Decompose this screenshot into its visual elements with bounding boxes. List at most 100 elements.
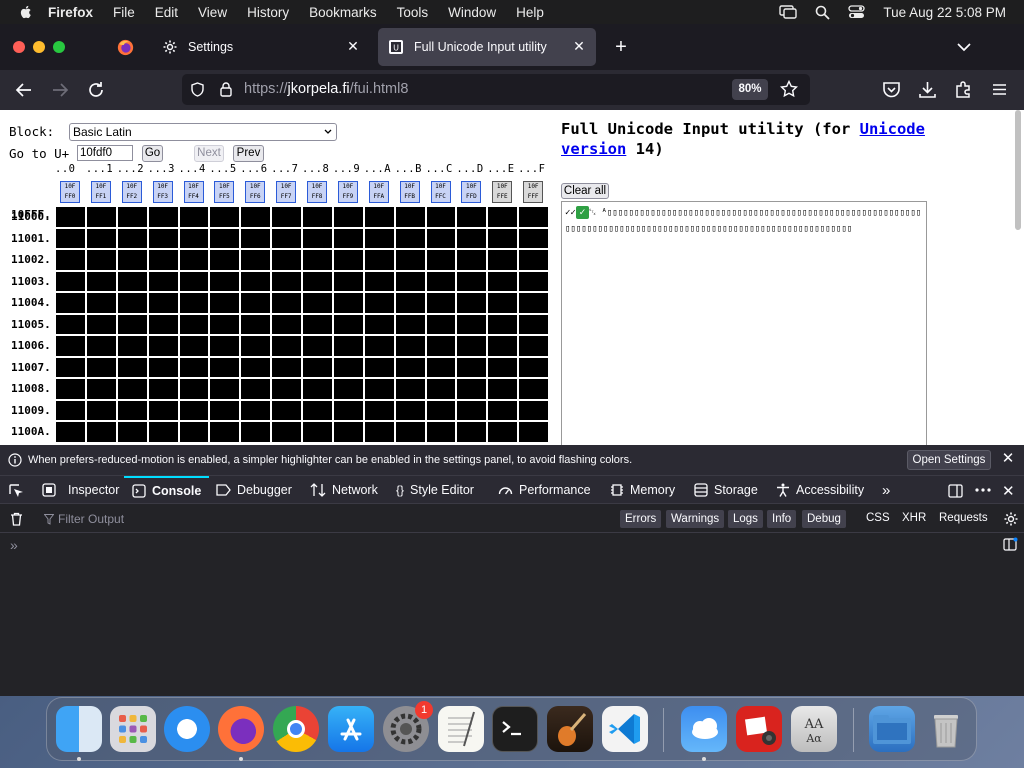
char-cell[interactable] bbox=[209, 227, 241, 249]
char-cell[interactable] bbox=[85, 227, 117, 249]
char-cell[interactable] bbox=[363, 421, 395, 443]
char-cell[interactable] bbox=[55, 356, 86, 378]
forward-arrow-icon[interactable] bbox=[50, 80, 70, 100]
filter-logs-toggle[interactable]: Logs bbox=[728, 510, 763, 528]
spotlight-search-icon[interactable] bbox=[815, 5, 831, 20]
char-cell[interactable] bbox=[116, 270, 148, 292]
devtools-tab-accessibility[interactable]: Accessibility bbox=[776, 476, 864, 504]
char-cell[interactable] bbox=[487, 356, 519, 378]
system-settings-dock-icon[interactable]: 1 bbox=[383, 701, 433, 752]
char-cell[interactable] bbox=[332, 206, 364, 228]
char-cell[interactable] bbox=[332, 227, 364, 249]
menu-help[interactable]: Help bbox=[516, 5, 544, 20]
char-cell[interactable] bbox=[178, 227, 210, 249]
char-cell[interactable] bbox=[487, 206, 519, 228]
bookmark-star-icon[interactable] bbox=[780, 80, 798, 98]
char-cell[interactable] bbox=[487, 270, 519, 292]
char-cell[interactable] bbox=[85, 356, 117, 378]
char-cell[interactable] bbox=[518, 206, 549, 228]
char-cell[interactable] bbox=[456, 378, 488, 400]
char-cell[interactable] bbox=[518, 249, 549, 271]
block-select[interactable]: Basic Latin bbox=[69, 123, 337, 141]
chrome-dock-icon[interactable] bbox=[273, 706, 319, 752]
char-cell[interactable] bbox=[55, 313, 86, 335]
char-cell[interactable] bbox=[147, 206, 179, 228]
app-store-dock-icon[interactable] bbox=[328, 706, 374, 752]
devtools-tab-style-editor[interactable]: {} Style Editor bbox=[396, 476, 474, 504]
char-cell[interactable] bbox=[518, 270, 549, 292]
char-cell[interactable] bbox=[332, 356, 364, 378]
char-cell[interactable] bbox=[178, 249, 210, 271]
screen-mirroring-icon[interactable] bbox=[779, 5, 798, 19]
char-cell[interactable] bbox=[240, 378, 272, 400]
zoom-window-button[interactable] bbox=[53, 41, 65, 53]
char-cell[interactable] bbox=[302, 399, 333, 421]
char-cell[interactable] bbox=[363, 249, 395, 271]
console-output-area[interactable]: » bbox=[0, 533, 1024, 696]
tracking-protection-shield-icon[interactable] bbox=[190, 82, 205, 97]
char-cell[interactable] bbox=[332, 421, 364, 443]
char-cell[interactable] bbox=[332, 313, 364, 335]
element-picker-icon[interactable] bbox=[9, 484, 24, 499]
hamburger-menu-icon[interactable] bbox=[990, 80, 1009, 99]
finder-dock-icon[interactable] bbox=[56, 706, 102, 752]
char-cell[interactable]: 10F FF7 bbox=[271, 177, 302, 206]
char-cell[interactable]: 10F FF1 bbox=[85, 177, 117, 206]
menu-file[interactable]: File bbox=[113, 5, 135, 20]
close-tab-settings-icon[interactable]: ✕ bbox=[346, 39, 360, 53]
char-cell[interactable] bbox=[456, 399, 488, 421]
char-cell[interactable] bbox=[456, 313, 488, 335]
char-cell[interactable] bbox=[271, 378, 302, 400]
lock-icon[interactable] bbox=[219, 81, 233, 97]
filter-xhr-toggle[interactable]: XHR bbox=[902, 512, 926, 524]
menu-edit[interactable]: Edit bbox=[155, 5, 178, 20]
char-cell[interactable] bbox=[271, 292, 302, 314]
char-cell[interactable] bbox=[116, 206, 148, 228]
editor-mode-toggle-icon[interactable] bbox=[1003, 537, 1018, 551]
char-cell[interactable]: 10F FF5 bbox=[209, 177, 241, 206]
char-cell[interactable] bbox=[147, 270, 179, 292]
devtools-tab-storage[interactable]: Storage bbox=[694, 476, 758, 504]
char-cell[interactable] bbox=[425, 313, 457, 335]
char-cell[interactable] bbox=[487, 378, 519, 400]
char-cell[interactable] bbox=[55, 335, 86, 357]
char-cell[interactable] bbox=[394, 292, 426, 314]
char-cell[interactable] bbox=[55, 270, 86, 292]
char-cell[interactable] bbox=[487, 249, 519, 271]
char-cell[interactable] bbox=[487, 313, 519, 335]
char-cell[interactable] bbox=[394, 399, 426, 421]
char-cell[interactable] bbox=[147, 378, 179, 400]
char-cell[interactable] bbox=[425, 270, 457, 292]
char-cell[interactable] bbox=[178, 378, 210, 400]
char-cell[interactable] bbox=[240, 421, 272, 443]
char-cell[interactable] bbox=[271, 206, 302, 228]
url-text[interactable]: https://jkorpela.fi/fui.html8 bbox=[244, 81, 408, 97]
char-cell[interactable] bbox=[147, 399, 179, 421]
char-cell[interactable] bbox=[425, 356, 457, 378]
char-cell[interactable] bbox=[209, 249, 241, 271]
tab-settings[interactable]: Settings ✕ bbox=[152, 28, 370, 66]
char-cell[interactable] bbox=[240, 249, 272, 271]
back-arrow-icon[interactable] bbox=[14, 80, 34, 100]
filter-output-input[interactable]: Filter Output bbox=[58, 512, 124, 526]
char-cell[interactable] bbox=[394, 270, 426, 292]
char-cell[interactable] bbox=[240, 206, 272, 228]
char-cell[interactable] bbox=[116, 356, 148, 378]
char-cell[interactable] bbox=[332, 378, 364, 400]
char-cell[interactable] bbox=[518, 399, 549, 421]
char-cell[interactable] bbox=[209, 313, 241, 335]
char-cell[interactable] bbox=[55, 399, 86, 421]
output-textarea[interactable]: ✓✓ ✓ ␂ ᴬ▯▯▯▯▯▯▯▯▯▯▯▯▯▯▯▯▯▯▯▯▯▯▯▯▯▯▯▯▯▯▯▯▯▯… bbox=[561, 201, 927, 445]
char-cell[interactable]: 10F FF9 bbox=[332, 177, 364, 206]
menu-tools[interactable]: Tools bbox=[397, 5, 429, 20]
char-cell[interactable] bbox=[178, 335, 210, 357]
char-cell[interactable] bbox=[518, 378, 549, 400]
char-cell[interactable] bbox=[240, 399, 272, 421]
char-cell[interactable] bbox=[240, 335, 272, 357]
char-cell[interactable]: 10F FF0 bbox=[55, 177, 86, 206]
char-cell[interactable] bbox=[147, 421, 179, 443]
char-cell[interactable] bbox=[147, 356, 179, 378]
char-cell[interactable] bbox=[363, 313, 395, 335]
char-cell[interactable] bbox=[487, 292, 519, 314]
char-cell[interactable] bbox=[302, 227, 333, 249]
